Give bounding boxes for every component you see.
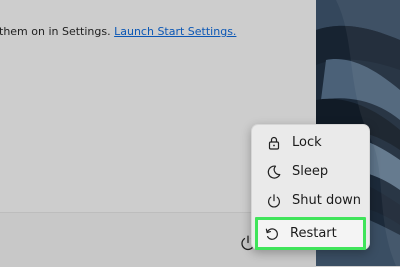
restart-icon: [262, 224, 282, 244]
moon-icon: [264, 162, 284, 182]
shut-down-menu-item[interactable]: Shut down: [258, 187, 363, 214]
launch-start-settings-link[interactable]: Launch Start Settings.: [114, 25, 236, 38]
restart-menu-item[interactable]: Restart: [255, 217, 366, 250]
settings-info-prefix: them on in Settings.: [0, 25, 115, 38]
sleep-label: Sleep: [292, 164, 329, 179]
power-icon: [264, 191, 284, 211]
lock-menu-item[interactable]: Lock: [258, 129, 363, 156]
settings-info-text: them on in Settings. Launch Start Settin…: [0, 25, 236, 39]
sleep-menu-item[interactable]: Sleep: [258, 158, 363, 185]
restart-label: Restart: [290, 226, 337, 241]
power-options-menu: Lock Sleep Shut down Restart: [251, 124, 370, 250]
lock-icon: [264, 133, 284, 153]
lock-label: Lock: [292, 135, 322, 150]
shut-down-label: Shut down: [292, 193, 362, 208]
